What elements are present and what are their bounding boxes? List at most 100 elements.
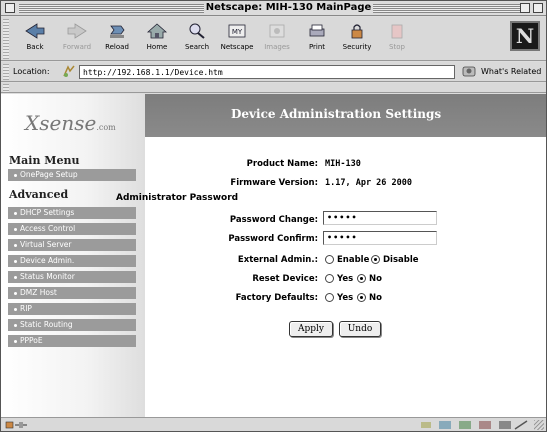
external-admin-disable-label: Disable	[383, 255, 419, 265]
admin-password-heading: Administrator Password	[116, 193, 239, 203]
password-confirm-input[interactable]: •••••	[323, 231, 437, 245]
menu-item-label: PPPoE	[20, 336, 43, 345]
print-button[interactable]: Print	[297, 20, 337, 58]
menu-item-dhcp-settings[interactable]: DHCP Settings	[8, 207, 136, 219]
home-button[interactable]: Home	[137, 20, 177, 58]
factory-defaults-yes-label: Yes	[337, 293, 354, 303]
bullet-icon	[14, 227, 17, 231]
firmware-version-value: 1.17, Apr 26 2000	[325, 178, 412, 188]
stop-button[interactable]: Stop	[377, 20, 417, 58]
title-bar[interactable]: Netscape: MIH-130 MainPage	[1, 1, 546, 16]
bullet-icon	[14, 307, 17, 311]
component-bar-icons[interactable]	[419, 420, 529, 430]
external-admin-enable-label: Enable	[337, 255, 370, 265]
main-menu-heading: Main Menu	[9, 154, 80, 167]
menu-item-access-control[interactable]: Access Control	[8, 223, 136, 235]
forward-arrow-icon	[67, 23, 87, 39]
logo-suffix: .com	[96, 123, 116, 132]
menu-item-label: OnePage Setup	[20, 170, 78, 179]
reset-device-no-label: No	[369, 274, 382, 284]
resize-grip[interactable]	[534, 420, 544, 430]
security-label: Security	[342, 43, 372, 51]
page-banner: Device Administration Settings	[145, 94, 546, 137]
bullet-icon	[14, 173, 17, 177]
stop-icon	[391, 24, 403, 39]
location-grip[interactable]	[3, 64, 9, 80]
settings-form: Product Name: MIH-130 Firmware Version: …	[116, 137, 546, 417]
menu-item-onepage-setup[interactable]: OnePage Setup	[8, 169, 136, 181]
menu-item-label: Virtual Server	[20, 240, 72, 249]
close-box[interactable]	[5, 3, 15, 13]
netscape-my-icon: MY	[228, 24, 246, 38]
reset-device-label: Reset Device:	[252, 274, 318, 284]
whats-related-icon[interactable]	[462, 65, 478, 78]
reload-icon	[110, 25, 125, 38]
reload-label: Reload	[105, 43, 129, 51]
forward-label: Forward	[62, 43, 92, 51]
page-proxy-icon[interactable]	[62, 65, 76, 78]
menu-item-status-monitor[interactable]: Status Monitor	[8, 271, 136, 283]
home-label: Home	[146, 43, 168, 51]
browser-window: Netscape: MIH-130 MainPage Back Forward …	[0, 0, 547, 432]
zoom-box[interactable]	[520, 3, 530, 13]
external-admin-enable-radio[interactable]	[325, 255, 334, 264]
apply-button[interactable]: Apply	[289, 321, 333, 337]
password-change-label: Password Change:	[229, 215, 318, 225]
netscape-logo[interactable]: N	[510, 21, 540, 51]
bullet-icon	[14, 243, 17, 247]
navigation-toolbar: Back Forward Reload Home Search MY Netsc…	[1, 17, 546, 61]
password-confirm-label: Password Confirm:	[228, 234, 318, 244]
forward-button[interactable]: Forward	[57, 20, 97, 58]
product-name-value: MIH-130	[325, 159, 361, 169]
external-admin-label: External Admin.:	[237, 255, 318, 265]
undo-button[interactable]: Undo	[339, 321, 381, 337]
images-button[interactable]: Images	[257, 20, 297, 58]
product-name-label: Product Name:	[246, 159, 318, 169]
page-title: Device Administration Settings	[231, 107, 442, 121]
reset-device-no-radio[interactable]	[357, 274, 366, 283]
bullet-icon	[14, 259, 17, 263]
menu-item-virtual-server[interactable]: Virtual Server	[8, 239, 136, 251]
factory-defaults-no-radio[interactable]	[357, 293, 366, 302]
logo-text: Xsense	[25, 111, 97, 135]
print-label: Print	[308, 43, 326, 51]
password-change-input[interactable]: •••••	[323, 211, 437, 225]
netscape-button[interactable]: MY Netscape	[217, 20, 257, 58]
xsense-logo: Xsense.com	[25, 111, 116, 135]
menu-item-pppoe[interactable]: PPPoE	[8, 335, 136, 347]
security-status-icon[interactable]	[5, 420, 29, 430]
collapse-box[interactable]	[533, 3, 543, 13]
reset-device-yes-label: Yes	[337, 274, 354, 284]
menu-item-static-routing[interactable]: Static Routing	[8, 319, 136, 331]
security-button[interactable]: Security	[337, 20, 377, 58]
menu-item-rip[interactable]: RIP	[8, 303, 136, 315]
external-admin-disable-radio[interactable]	[371, 255, 380, 264]
status-bar	[1, 417, 546, 431]
bullet-icon	[14, 291, 17, 295]
back-button[interactable]: Back	[15, 20, 55, 58]
search-button[interactable]: Search	[177, 20, 217, 58]
reload-button[interactable]: Reload	[97, 20, 137, 58]
menu-item-label: Device Admin.	[20, 256, 75, 265]
back-label: Back	[26, 43, 44, 51]
search-icon	[189, 23, 205, 39]
toolbar-grip[interactable]	[3, 19, 9, 59]
whats-related-label[interactable]: What's Related	[481, 67, 541, 76]
home-icon	[146, 23, 168, 39]
reset-device-yes-radio[interactable]	[325, 274, 334, 283]
svg-text:MY: MY	[232, 28, 243, 36]
title-stripes-left	[19, 4, 204, 13]
personal-toolbar	[1, 83, 546, 93]
menu-item-device-admin[interactable]: Device Admin.	[8, 255, 136, 267]
lock-icon	[351, 24, 363, 39]
firmware-version-label: Firmware Version:	[230, 178, 318, 188]
menu-item-label: Static Routing	[20, 320, 73, 329]
netscape-label: Netscape	[220, 43, 254, 51]
menu-item-label: Access Control	[20, 224, 76, 233]
menu-item-dmz-host[interactable]: DMZ Host	[8, 287, 136, 299]
factory-defaults-yes-radio[interactable]	[325, 293, 334, 302]
personal-toolbar-grip[interactable]	[3, 84, 9, 92]
url-input[interactable]: http://192.168.1.1/Device.htm	[79, 65, 455, 79]
menu-item-label: DHCP Settings	[20, 208, 75, 217]
bullet-icon	[14, 211, 17, 215]
